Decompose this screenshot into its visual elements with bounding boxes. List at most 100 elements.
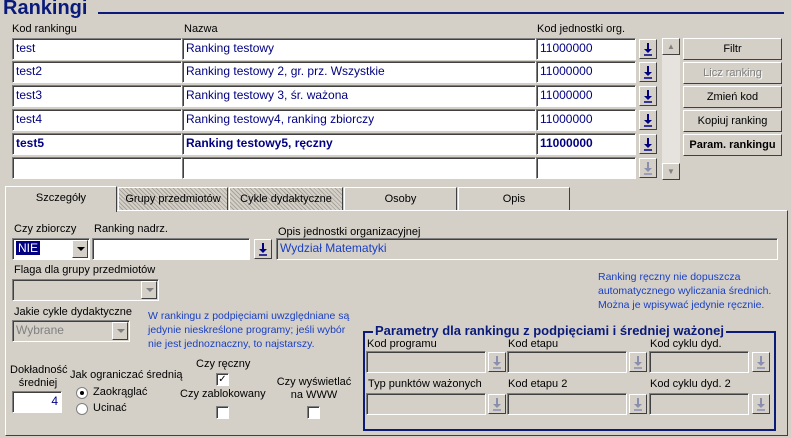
subject-flag-label: Flaga dla grupy przedmiotów <box>14 264 156 276</box>
cycles-note: W rankingu z podpięciami uwzględniane są… <box>148 309 349 351</box>
chevron-down-icon[interactable] <box>72 240 88 258</box>
lookup-button[interactable] <box>639 110 657 130</box>
note-line: nie jest jednoznaczny, to najstarszy. <box>148 338 315 350</box>
down-arrow-icon <box>493 398 501 411</box>
row-name-field[interactable]: Ranking testowy4, ranking zbiorczy <box>182 109 536 131</box>
title-divider <box>98 12 784 14</box>
lookup-button[interactable] <box>639 158 657 178</box>
parent-ranking-field[interactable] <box>92 238 250 260</box>
row-code-field[interactable]: test2 <box>12 61 182 83</box>
page-title: Rankingi <box>3 0 88 19</box>
down-arrow-icon <box>644 114 652 127</box>
note-line: jedynie nieskreślone programy; jeśli wyb… <box>148 324 346 336</box>
cycle-code-field[interactable] <box>649 351 749 373</box>
down-arrow-icon <box>634 356 642 369</box>
subject-flag-select[interactable] <box>12 279 159 301</box>
lookup-button[interactable] <box>639 86 657 106</box>
stage-lookup-button[interactable] <box>629 352 647 372</box>
lookup-button[interactable] <box>639 62 657 82</box>
locked-checkbox[interactable] <box>216 406 229 419</box>
parent-ranking-label: Ranking nadrz. <box>94 223 168 235</box>
row-code-field[interactable]: test3 <box>12 85 182 107</box>
points-type-field[interactable] <box>366 393 486 415</box>
row-name-field[interactable]: Ranking testowy 3, śr. ważona <box>182 85 536 107</box>
header-code: Kod rankingu <box>12 23 77 35</box>
compute-ranking-button[interactable]: Licz ranking <box>683 62 782 84</box>
precision-label: Dokładność średniej <box>10 364 68 390</box>
row-name-field[interactable]: Ranking testowy 2, gr. prz. Wszystkie <box>182 61 536 83</box>
manual-checkbox[interactable]: ✓ <box>216 373 229 386</box>
rounding-label: Jak ograniczać średnią <box>70 369 183 381</box>
label-line: średniej <box>18 377 58 389</box>
cycle2-lookup-button[interactable] <box>752 394 770 414</box>
row-name-field[interactable] <box>182 157 536 179</box>
row-code-field[interactable] <box>12 157 182 179</box>
grid-scrollbar[interactable]: ▲ ▼ <box>662 38 680 180</box>
copy-ranking-button[interactable]: Kopiuj ranking <box>683 110 782 132</box>
down-arrow-icon <box>634 398 642 411</box>
filter-button[interactable]: Filtr <box>683 38 782 60</box>
note-line: automatycznego wyliczania średnich. <box>598 285 772 297</box>
down-arrow-icon <box>644 90 652 103</box>
row-name-field[interactable]: Ranking testowy <box>182 38 536 60</box>
row-code-field[interactable]: test5 <box>12 133 182 155</box>
row-code-field[interactable]: test4 <box>12 109 182 131</box>
tab-details[interactable]: Szczegóły <box>5 186 117 212</box>
lookup-button[interactable] <box>639 134 657 154</box>
tab-description[interactable]: Opis <box>458 187 570 211</box>
scroll-down-icon[interactable]: ▼ <box>662 163 680 180</box>
header-unit: Kod jednostki org. <box>537 23 626 35</box>
unit-desc-label: Opis jednostki organizacyjnej <box>278 226 421 238</box>
down-arrow-icon <box>757 356 765 369</box>
row-unit-field[interactable]: 11000000 <box>536 133 636 155</box>
row-unit-field[interactable] <box>536 157 636 179</box>
stage2-lookup-button[interactable] <box>629 394 647 414</box>
label-line: Dokładność <box>10 364 68 376</box>
params-group-title: Parametry dla rankingu z podpięciami i ś… <box>373 323 726 338</box>
row-unit-field[interactable]: 11000000 <box>536 109 636 131</box>
precision-field[interactable]: 4 <box>12 391 62 413</box>
chevron-down-icon[interactable] <box>112 322 128 340</box>
tab-didactic-cycles[interactable]: Cykle dydaktyczne <box>229 187 343 211</box>
cycle-code2-label: Kod cyklu dyd. 2 <box>650 378 731 390</box>
scroll-up-icon[interactable]: ▲ <box>662 38 680 55</box>
aggregate-select[interactable]: NIE <box>12 238 90 260</box>
stage-code-label: Kod etapu <box>508 338 559 350</box>
points-lookup-button[interactable] <box>488 394 506 414</box>
www-label: Czy wyświetlać na WWW <box>276 376 352 402</box>
note-line: W rankingu z podpięciami uwzględniane są <box>148 310 350 322</box>
www-checkbox[interactable] <box>307 406 320 419</box>
tab-subject-groups[interactable]: Grupy przedmiotów <box>118 187 228 211</box>
cycle-lookup-button[interactable] <box>752 352 770 372</box>
tab-persons[interactable]: Osoby <box>344 187 457 211</box>
parent-lookup-button[interactable] <box>254 239 272 259</box>
unit-desc-field: Wydział Matematyki <box>276 238 778 260</box>
label-line: na WWW <box>290 389 338 401</box>
manual-ranking-note: Ranking ręczny nie dopuszcza automatyczn… <box>598 270 771 312</box>
lookup-button[interactable] <box>639 39 657 59</box>
truncate-radio[interactable] <box>76 403 88 415</box>
change-code-button[interactable]: Zmień kod <box>683 86 782 108</box>
stage-code-field[interactable] <box>507 351 627 373</box>
down-arrow-icon <box>644 162 652 175</box>
row-unit-field[interactable]: 11000000 <box>536 38 636 60</box>
program-code-field[interactable] <box>366 351 486 373</box>
row-unit-field[interactable]: 11000000 <box>536 61 636 83</box>
aggregate-value: NIE <box>16 241 41 255</box>
down-arrow-icon <box>644 138 652 151</box>
note-line: Można je wpisywać jedynie ręcznie. <box>598 299 765 311</box>
chevron-down-icon[interactable] <box>141 281 157 299</box>
header-name: Nazwa <box>184 23 218 35</box>
row-name-field[interactable]: Ranking testowy5, ręczny <box>182 133 536 155</box>
truncate-option-label: Ucinać <box>93 402 127 414</box>
row-unit-field[interactable]: 11000000 <box>536 85 636 107</box>
row-code-field[interactable]: test <box>12 38 182 60</box>
ranking-params-button[interactable]: Param. rankingu <box>683 134 782 156</box>
down-arrow-icon <box>757 398 765 411</box>
cycle-code2-field[interactable] <box>649 393 749 415</box>
label-line: Czy wyświetlać <box>276 376 352 388</box>
round-radio[interactable] <box>76 387 88 399</box>
manual-label: Czy ręczny <box>196 358 251 370</box>
program-lookup-button[interactable] <box>488 352 506 372</box>
stage-code2-field[interactable] <box>507 393 627 415</box>
